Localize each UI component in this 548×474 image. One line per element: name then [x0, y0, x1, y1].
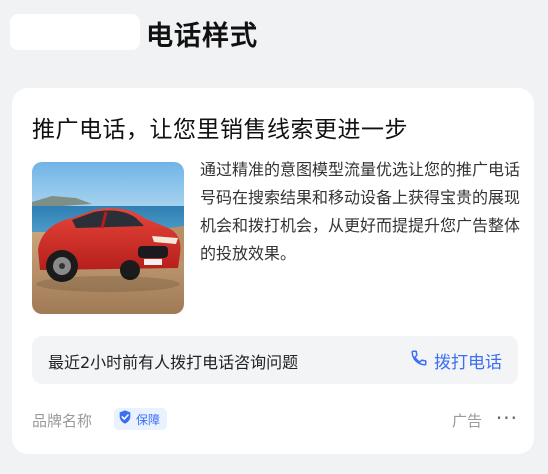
cta-text: 最近2小时前有人拨打电话咨询问题 [48, 353, 299, 372]
ad-headline[interactable]: 推广电话，让您里销售线索更进一步 [32, 110, 408, 144]
red-car-photo [32, 162, 184, 314]
more-options-icon[interactable]: ··· [496, 406, 518, 430]
car-image[interactable] [32, 162, 184, 314]
call-button-label: 拨打电话 [434, 352, 502, 373]
call-cta-bar[interactable]: 最近2小时前有人拨打电话咨询问题 拨打电话 [32, 336, 518, 384]
page-title: 电话样式 [146, 21, 258, 52]
call-button[interactable]: 拨打电话 [410, 346, 502, 374]
phone-icon [410, 349, 428, 371]
brand-name[interactable]: 品牌名称 [32, 410, 92, 431]
ad-label: 广告 [451, 412, 482, 430]
page-header: 电话样式 [0, 0, 548, 70]
ad-description: 通过精准的意图模型流量优选让您的推广电话号码在搜索结果和移动设备上获得宝贵的展现… [200, 160, 521, 263]
shield-check-icon [117, 409, 133, 429]
card-footer: 品牌名称 保障 广告 ··· [32, 406, 518, 434]
redacted-logo [10, 14, 140, 50]
badge-label: 保障 [136, 412, 161, 427]
ad-card[interactable]: 推广电话，让您里销售线索更进一步 通过精准的意图模型流量优选让您的推广电话号码在… [12, 88, 534, 454]
guarantee-badge[interactable]: 保障 [114, 408, 168, 430]
